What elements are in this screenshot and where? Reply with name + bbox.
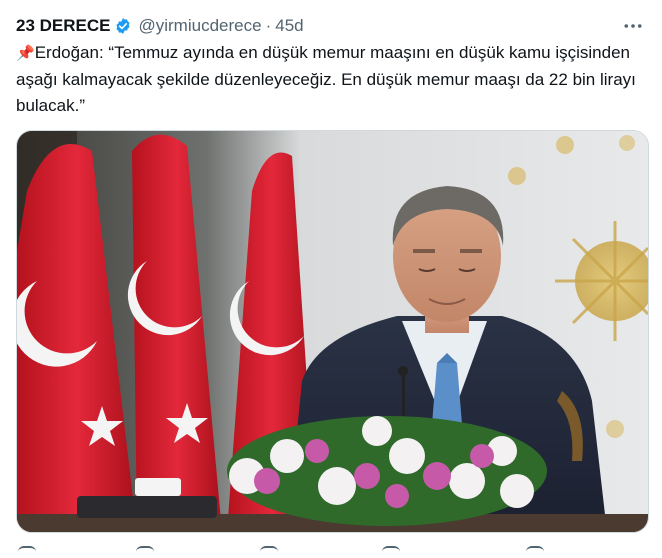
tweet-body: Erdoğan: “Temmuz ayında en düşük memur m… — [16, 43, 636, 115]
tweet-text: 📌Erdoğan: “Temmuz ayında en düşük memur … — [16, 40, 636, 119]
tweet-header: 23 DERECE @yirmiucderece · 45d — [16, 14, 646, 38]
tweet-actions — [16, 546, 646, 558]
tweet-card[interactable]: 23 DERECE @yirmiucderece · 45d 📌Erdoğan:… — [0, 0, 662, 555]
more-dots-icon[interactable] — [622, 16, 644, 36]
author-name[interactable]: 23 DERECE — [16, 16, 110, 36]
tweet-photo[interactable] — [16, 130, 649, 533]
author-handle[interactable]: @yirmiucderece — [138, 16, 261, 36]
tweet-timestamp[interactable]: 45d — [275, 16, 303, 36]
reply-icon[interactable] — [18, 546, 36, 558]
like-icon[interactable] — [260, 546, 278, 558]
pushpin-icon: 📌 — [16, 45, 35, 62]
photo-illustration — [17, 131, 648, 532]
verified-badge-icon — [114, 17, 132, 35]
flower-arrangement — [227, 416, 547, 526]
share-icon[interactable] — [526, 546, 544, 558]
retweet-icon[interactable] — [136, 546, 154, 558]
separator-dot: · — [265, 16, 272, 35]
views-icon[interactable] — [382, 546, 400, 558]
